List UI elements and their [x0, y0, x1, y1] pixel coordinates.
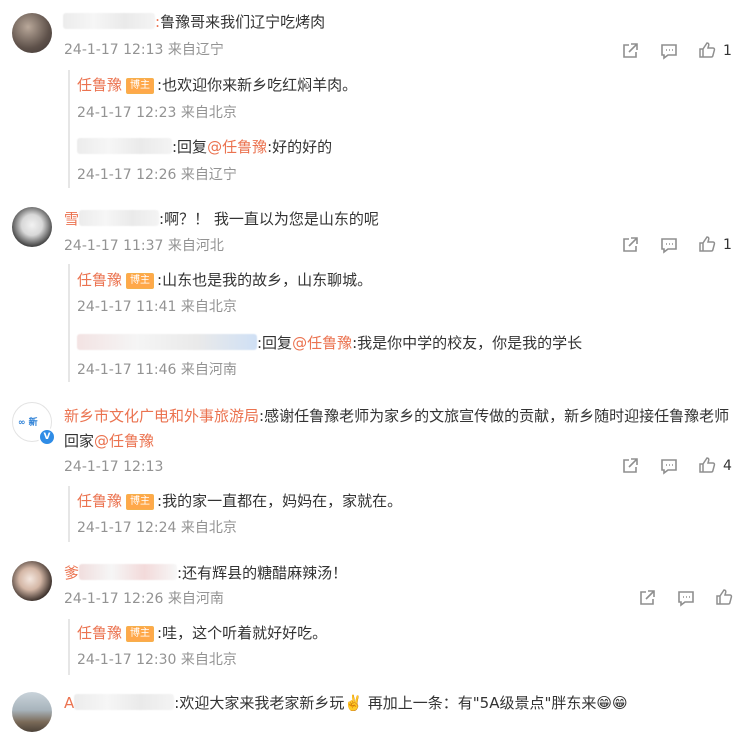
mention-link[interactable]: @任鲁豫	[207, 138, 267, 156]
reply-body: :山东也是我的故乡，山东聊城。	[157, 271, 373, 289]
reply-time: 24-1-17 11:46 来自河南	[77, 362, 237, 378]
blogger-badge: 博主	[126, 78, 155, 94]
comment-user[interactable]: 雪	[64, 210, 79, 228]
comment-body: :欢迎大家来我老家新乡玩✌️ 再加上一条：有"5A级景点"胖东来😁😁	[174, 694, 628, 712]
reply-thread-bar	[68, 264, 70, 382]
redacted-username[interactable]	[77, 334, 257, 350]
reply-author[interactable]: 任鲁豫	[77, 271, 122, 289]
reply-text: :回复@任鲁豫:好的好的	[77, 137, 332, 157]
comment-text: 爹 :还有辉县的糖醋麻辣汤！	[64, 563, 347, 583]
comment-time: 24-1-17 12:13 来自辽宁	[64, 42, 224, 58]
reply-body: :我的家一直都在，妈妈在，家就在。	[157, 492, 403, 510]
comment-icon[interactable]	[676, 588, 696, 608]
redacted-username[interactable]	[79, 210, 160, 226]
reply-thread-bar	[68, 70, 70, 188]
blogger-badge: 博主	[126, 273, 155, 289]
redacted-username[interactable]	[77, 138, 172, 154]
reply-time: 24-1-17 12:30 来自北京	[77, 652, 237, 668]
share-icon[interactable]	[637, 588, 657, 608]
like-icon[interactable]	[697, 40, 717, 60]
like-icon[interactable]	[714, 587, 734, 607]
comment-text: A :欢迎大家来我老家新乡玩✌️ 再加上一条：有"5A级景点"胖东来😁😁	[64, 693, 628, 713]
reply-thread-bar	[68, 619, 70, 675]
comment-user[interactable]: 新乡市文化广电和外事旅游局	[64, 407, 259, 425]
share-icon[interactable]	[620, 235, 640, 255]
avatar[interactable]	[12, 561, 52, 601]
comment-text: 雪 :啊？！ 我一直以为您是山东的呢	[64, 209, 379, 229]
comment-body: 鲁豫哥来我们辽宁吃烤肉	[160, 13, 326, 31]
share-icon[interactable]	[620, 456, 640, 476]
like-count: 4	[723, 458, 732, 474]
reply-text: 任鲁豫 博主:哇，这个听着就好好吃。	[77, 623, 327, 643]
redacted-username[interactable]	[79, 564, 178, 580]
verified-icon: V	[38, 428, 56, 446]
like-count: 1	[723, 237, 732, 253]
reply-time: 24-1-17 12:24 来自北京	[77, 520, 237, 536]
mention-link[interactable]: @任鲁豫	[94, 432, 154, 450]
reply-author[interactable]: 任鲁豫	[77, 76, 122, 94]
reply-text: 任鲁豫 博主:我的家一直都在，妈妈在，家就在。	[77, 491, 402, 511]
blogger-badge: 博主	[126, 626, 155, 642]
comment-body: :还有辉县的糖醋麻辣汤！	[177, 564, 348, 582]
reply-text: :回复@任鲁豫:我是你中学的校友，你是我的学长	[77, 333, 582, 353]
avatar[interactable]	[12, 13, 52, 53]
avatar[interactable]	[12, 692, 52, 732]
comment-time: 24-1-17 11:37 来自河北	[64, 238, 224, 254]
like-icon[interactable]	[697, 234, 717, 254]
logo-icon: ∞ 新	[18, 418, 38, 428]
comment-user[interactable]: 爹	[64, 564, 79, 582]
comment-text: 新乡市文化广电和外事旅游局:感谢任鲁豫老师为家乡的文旅宣传做的贡献，新乡随时迎接…	[64, 404, 736, 454]
reply-time: 24-1-17 12:26 来自辽宁	[77, 167, 237, 183]
mention-link[interactable]: @任鲁豫	[292, 334, 352, 352]
redacted-username[interactable]	[74, 694, 175, 710]
like-icon[interactable]	[697, 455, 717, 475]
comment-time: 24-1-17 12:26 来自河南	[64, 591, 224, 607]
like-count: 1	[723, 43, 732, 59]
reply-prefix: :回复	[172, 138, 208, 156]
reply-thread-bar	[68, 486, 70, 542]
reply-text: 任鲁豫 博主:也欢迎你来新乡吃红焖羊肉。	[77, 75, 357, 95]
reply-body: :也欢迎你来新乡吃红焖羊肉。	[157, 76, 358, 94]
reply-body: :我是你中学的校友，你是我的学长	[352, 334, 583, 352]
comment-icon[interactable]	[659, 41, 679, 61]
comment-body: :啊？！ 我一直以为您是山东的呢	[159, 210, 379, 228]
reply-time: 24-1-17 12:23 来自北京	[77, 105, 237, 121]
reply-author[interactable]: 任鲁豫	[77, 492, 122, 510]
reply-body: :好的好的	[267, 138, 333, 156]
reply-author[interactable]: 任鲁豫	[77, 624, 122, 642]
reply-text: 任鲁豫 博主:山东也是我的故乡，山东聊城。	[77, 270, 372, 290]
comment-user[interactable]: A	[64, 694, 74, 712]
blogger-badge: 博主	[126, 494, 155, 510]
reply-time: 24-1-17 11:41 来自北京	[77, 299, 237, 315]
redacted-username[interactable]	[63, 13, 155, 29]
reply-body: :哇，这个听着就好好吃。	[157, 624, 328, 642]
comment-icon[interactable]	[659, 456, 679, 476]
comment-time: 24-1-17 12:13	[64, 459, 164, 475]
avatar[interactable]	[12, 207, 52, 247]
comment-icon[interactable]	[659, 235, 679, 255]
comment-text: :鲁豫哥来我们辽宁吃烤肉	[63, 12, 325, 32]
share-icon[interactable]	[620, 41, 640, 61]
reply-prefix: :回复	[257, 334, 293, 352]
